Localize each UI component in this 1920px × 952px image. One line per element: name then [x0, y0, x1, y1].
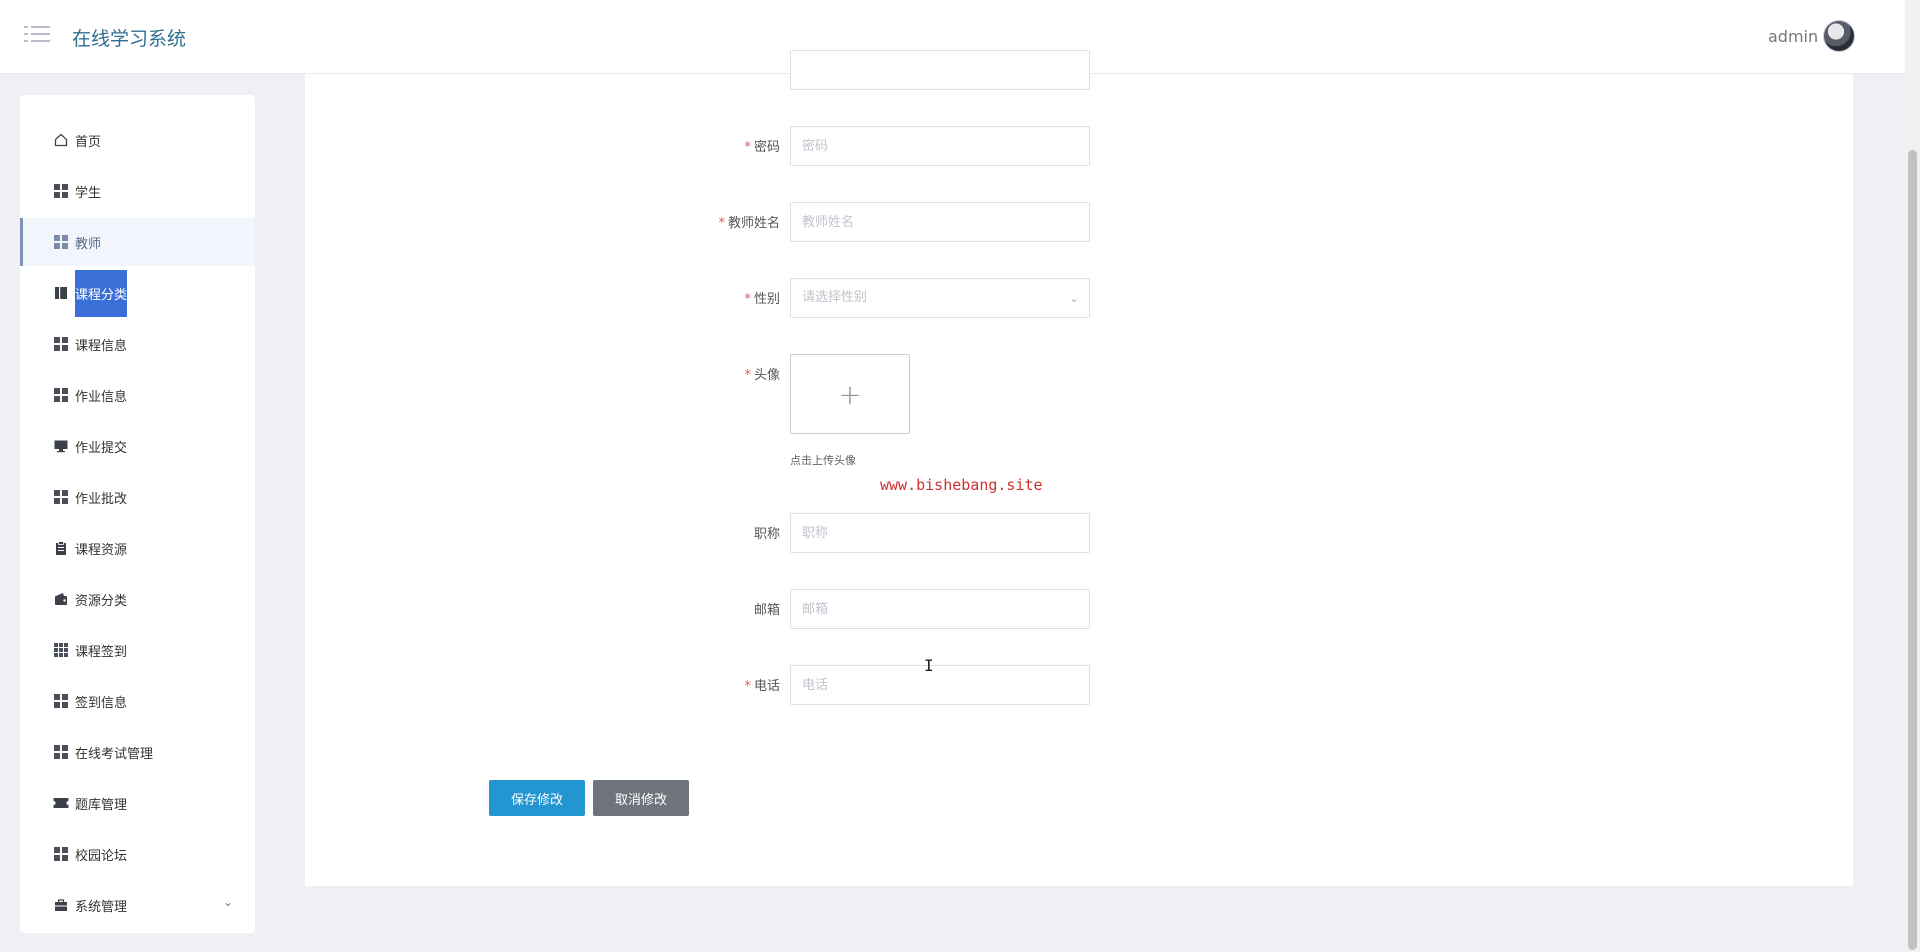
wallet-icon	[53, 591, 69, 607]
sidebar-item-home[interactable]: 首页	[20, 116, 255, 164]
sidebar-item-homework-grading[interactable]: 作业批改	[20, 473, 255, 521]
form-row-gender: * 性别 请选择性别 ⌄	[305, 278, 1205, 318]
grid-icon	[53, 336, 69, 352]
edit-teacher-form: *密码 *教师姓名 *性别 请选择性别 ⌄ *头像 + 点击上传头像 www.b…	[305, 50, 1853, 886]
chevron-down-icon: ⌄	[1068, 291, 1079, 305]
phone-label: 电话	[753, 679, 780, 694]
gender-select-placeholder: 请选择性别	[802, 290, 868, 305]
sidebar-item-campus-forum[interactable]: 校园论坛	[20, 830, 255, 878]
selected-text: 课程分类	[75, 269, 128, 317]
gender-label: 性别	[753, 292, 780, 307]
sidebar-item-course-checkin[interactable]: 课程签到	[20, 626, 255, 674]
form-row-teacher-name: * 教师姓名	[305, 202, 1205, 242]
home-icon	[53, 132, 69, 148]
user-avatar[interactable]	[1823, 20, 1855, 52]
clipboard-icon	[53, 540, 69, 556]
password-label: 密码	[753, 140, 780, 155]
user-name[interactable]: admin	[1768, 27, 1818, 46]
monitor-icon	[53, 438, 69, 454]
book-icon	[53, 285, 69, 301]
grid-icon	[53, 183, 69, 199]
grid-icon	[53, 234, 69, 250]
grid-icon	[53, 693, 69, 709]
app-title: 在线学习系统	[72, 28, 187, 50]
grid-icon	[53, 744, 69, 760]
sidebar-item-students[interactable]: 学生	[20, 167, 255, 215]
title-label: 职称	[753, 527, 780, 542]
phone-input[interactable]	[790, 665, 1090, 705]
avatar-label: 头像	[753, 368, 780, 383]
sidebar-menu: 首页 学生 教师 课程分类 课程信息 作业信息 作业提交 作业批改 课程资源 资…	[20, 95, 255, 933]
upload-tip: 点击上传头像	[790, 454, 856, 467]
form-row-password: * 密码	[305, 126, 1205, 166]
cancel-button[interactable]: 取消修改	[593, 780, 689, 816]
email-input[interactable]	[790, 589, 1090, 629]
plus-icon: +	[838, 377, 862, 411]
sidebar-item-course-resources[interactable]: 课程资源	[20, 524, 255, 572]
grid-icon	[53, 387, 69, 403]
sidebar-item-teachers[interactable]: 教师	[20, 218, 255, 266]
ticket-icon	[53, 795, 69, 811]
menu-toggle-icon[interactable]	[24, 26, 50, 46]
sidebar-item-resource-category[interactable]: 资源分类	[20, 575, 255, 623]
save-button[interactable]: 保存修改	[489, 780, 585, 816]
grid-icon	[53, 489, 69, 505]
form-row-avatar: * 头像	[744, 368, 780, 383]
form-row-account	[305, 50, 1205, 90]
text-cursor-icon: I	[924, 656, 934, 675]
watermark-text: www.bishebang.site	[880, 476, 1043, 494]
grid9-icon	[53, 642, 69, 658]
sidebar-item-course-info[interactable]: 课程信息	[20, 320, 255, 368]
briefcase-icon	[53, 897, 69, 913]
avatar-upload-button[interactable]: +	[790, 354, 910, 434]
grid-icon	[53, 846, 69, 862]
sidebar-item-course-category[interactable]: 课程分类	[20, 269, 255, 317]
sidebar-item-homework-submit[interactable]: 作业提交	[20, 422, 255, 470]
scrollbar-thumb[interactable]	[1908, 150, 1917, 950]
account-input-partial[interactable]	[790, 50, 1090, 90]
chevron-down-icon: ⌄	[222, 895, 233, 909]
title-input[interactable]	[790, 513, 1090, 553]
password-input[interactable]	[790, 126, 1090, 166]
teacher-name-label: 教师姓名	[727, 216, 780, 231]
gender-select[interactable]: 请选择性别 ⌄	[790, 278, 1090, 318]
sidebar-item-question-bank[interactable]: 题库管理	[20, 779, 255, 827]
page-scrollbar[interactable]	[1905, 0, 1920, 952]
email-label: 邮箱	[753, 603, 780, 618]
sidebar-item-system-management[interactable]: 系统管理 ⌄	[20, 881, 255, 929]
teacher-name-input[interactable]	[790, 202, 1090, 242]
form-row-phone: * 电话	[305, 665, 1205, 705]
form-row-title: 职称	[305, 513, 1205, 553]
sidebar-item-online-exam[interactable]: 在线考试管理	[20, 728, 255, 776]
sidebar-item-checkin-info[interactable]: 签到信息	[20, 677, 255, 725]
sidebar-item-homework-info[interactable]: 作业信息	[20, 371, 255, 419]
form-row-email: 邮箱	[305, 589, 1205, 629]
